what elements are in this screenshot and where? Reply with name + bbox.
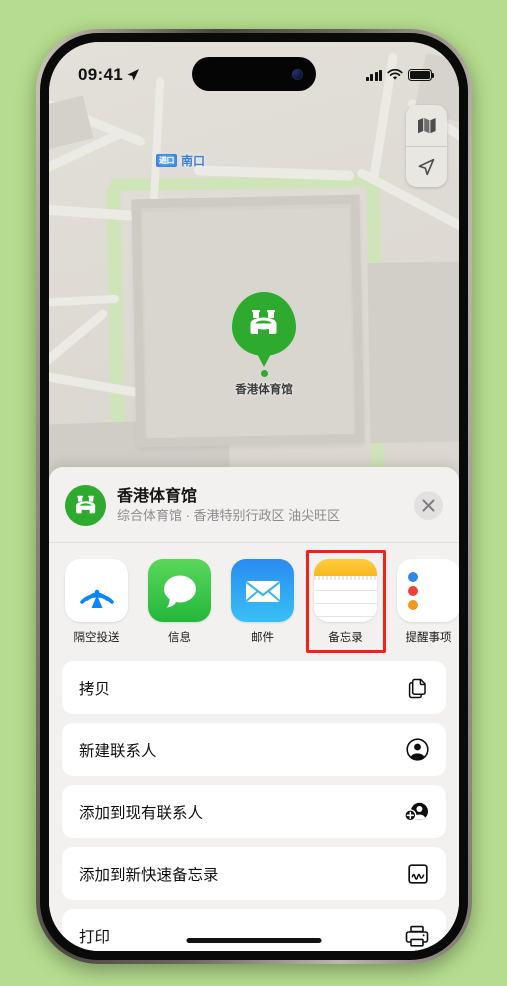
share-sheet-subtitle: 综合体育馆 · 香港特别行政区 油尖旺区 xyxy=(117,507,341,523)
action-row-add-existing-contact[interactable]: 添加到现有联系人 xyxy=(62,785,446,838)
airdrop-icon xyxy=(65,559,128,622)
location-arrow-icon xyxy=(127,69,139,81)
front-camera-icon xyxy=(292,68,303,80)
map-layers-icon[interactable] xyxy=(406,105,447,146)
map-pin-hong-kong-coliseum[interactable]: 香港体育馆 xyxy=(232,292,296,397)
share-sheet-title: 香港体育馆 xyxy=(117,487,198,505)
share-action-list: 拷贝 新建联系人 添加到现有联系人 添加到新快速备忘录 打印 xyxy=(49,655,459,951)
status-indicators xyxy=(365,69,435,81)
action-label: 添加到新快速备忘录 xyxy=(79,866,219,884)
locate-me-icon[interactable] xyxy=(406,146,447,187)
share-sheet: 香港体育馆 综合体育馆 · 香港特别行政区 油尖旺区 隔空投送 信息 邮件 备忘… xyxy=(49,467,459,951)
phone-bezel: 进口 南口 香港体育馆 09:41 香港体育馆 综合体育馆 · 香港特别行政区 … xyxy=(40,33,468,960)
person-circle-icon xyxy=(406,738,429,761)
place-icon xyxy=(65,485,106,526)
share-app-notes[interactable]: 备忘录 xyxy=(306,550,386,653)
battery-full-icon xyxy=(408,69,435,81)
map-label-south-entrance: 进口 南口 xyxy=(156,152,205,169)
map-road xyxy=(49,202,140,222)
share-app-messages[interactable]: 信息 xyxy=(148,559,211,645)
status-time-group: 09:41 xyxy=(78,65,140,85)
pin-anchor-dot xyxy=(260,370,268,377)
map-label-badge: 进口 xyxy=(156,154,177,167)
stadium-icon xyxy=(250,310,277,334)
action-label: 拷贝 xyxy=(79,680,111,698)
signal-bars-icon xyxy=(365,69,382,81)
action-label: 新建联系人 xyxy=(79,742,157,760)
phone-frame: 进口 南口 香港体育馆 09:41 香港体育馆 综合体育馆 · 香港特别行政区 … xyxy=(36,29,472,964)
home-indicator[interactable] xyxy=(186,938,322,943)
map-road xyxy=(49,371,140,398)
share-app-reminders[interactable]: 提醒事项 xyxy=(397,559,459,645)
close-button[interactable] xyxy=(414,491,443,520)
action-row-copy[interactable]: 拷贝 xyxy=(62,661,446,714)
status-time-text: 09:41 xyxy=(78,65,123,84)
map-controls[interactable] xyxy=(406,105,447,187)
share-app-mail[interactable]: 邮件 xyxy=(231,559,294,645)
person-add-icon xyxy=(404,800,429,823)
action-label: 添加到现有联系人 xyxy=(79,804,204,822)
wifi-icon xyxy=(387,69,403,80)
share-sheet-header: 香港体育馆 综合体育馆 · 香港特别行政区 油尖旺区 xyxy=(49,467,459,543)
close-icon xyxy=(422,499,435,512)
share-app-airdrop[interactable]: 隔空投送 xyxy=(65,559,128,645)
action-row-print[interactable]: 打印 xyxy=(62,909,446,951)
share-app-label: 邮件 xyxy=(251,632,274,644)
action-label: 打印 xyxy=(79,928,111,946)
share-app-label: 备忘录 xyxy=(328,632,363,644)
pin-label: 香港体育馆 xyxy=(235,384,293,396)
share-app-label: 隔空投送 xyxy=(73,632,120,644)
mail-icon xyxy=(231,559,294,622)
reminders-icon xyxy=(397,559,459,622)
dynamic-island xyxy=(192,57,316,91)
action-row-new-quick-note[interactable]: 添加到新快速备忘录 xyxy=(62,847,446,900)
notes-icon xyxy=(314,559,377,622)
printer-icon xyxy=(405,925,429,947)
map-label-text: 南口 xyxy=(181,154,206,168)
messages-icon xyxy=(148,559,211,622)
share-app-label: 提醒事项 xyxy=(405,632,452,644)
phone-screen: 进口 南口 香港体育馆 09:41 香港体育馆 综合体育馆 · 香港特别行政区 … xyxy=(49,42,459,951)
map-building xyxy=(367,260,459,444)
action-row-new-contact[interactable]: 新建联系人 xyxy=(62,723,446,776)
pin-head xyxy=(232,292,296,356)
share-app-label: 信息 xyxy=(168,632,191,644)
stadium-icon xyxy=(75,495,95,513)
quick-note-icon xyxy=(407,863,429,885)
share-app-row[interactable]: 隔空投送 信息 邮件 备忘录 提醒事项 xyxy=(49,543,459,655)
share-sheet-title-group: 香港体育馆 综合体育馆 · 香港特别行政区 油尖旺区 xyxy=(117,487,403,525)
copy-icon xyxy=(407,677,429,699)
